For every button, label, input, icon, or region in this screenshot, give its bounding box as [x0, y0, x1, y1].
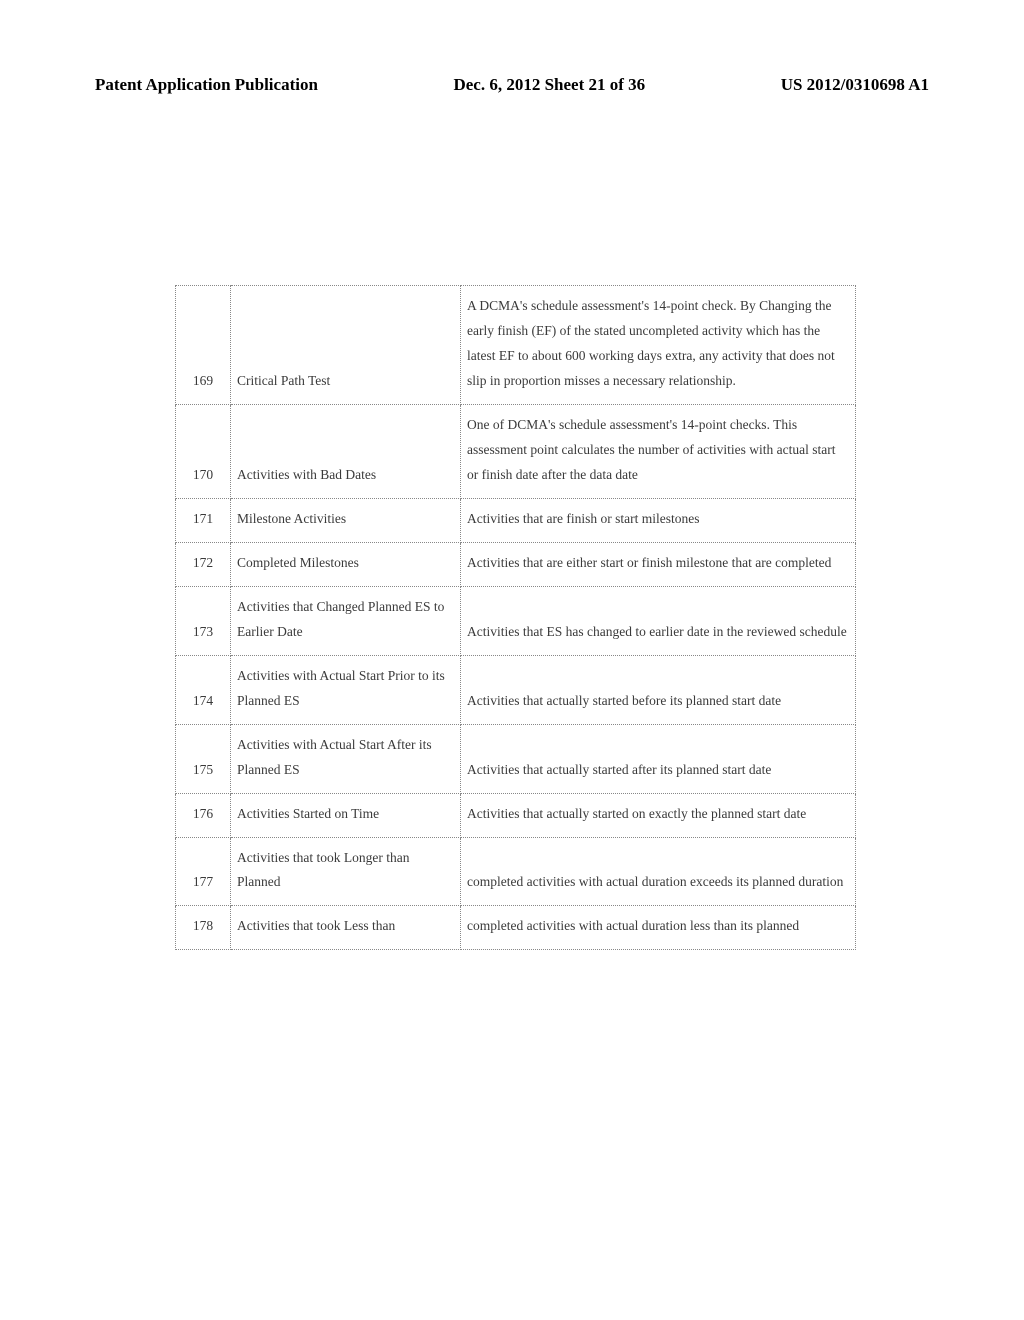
row-description: One of DCMA's schedule assessment's 14-p… — [461, 404, 856, 498]
table-row: 171 Milestone Activities Activities that… — [176, 498, 856, 542]
row-description: Activities that ES has changed to earlie… — [461, 586, 856, 655]
row-name: Activities with Bad Dates — [231, 404, 461, 498]
row-number: 175 — [176, 724, 231, 793]
row-number: 173 — [176, 586, 231, 655]
row-name: Activities that Changed Planned ES to Ea… — [231, 586, 461, 655]
row-description: Activities that actually started before … — [461, 655, 856, 724]
row-name: Critical Path Test — [231, 286, 461, 405]
table-row: 175 Activities with Actual Start After i… — [176, 724, 856, 793]
data-table-container: 169 Critical Path Test A DCMA's schedule… — [175, 285, 855, 950]
table-row: 176 Activities Started on Time Activitie… — [176, 793, 856, 837]
row-description: completed activities with actual duratio… — [461, 906, 856, 950]
row-number: 171 — [176, 498, 231, 542]
table-row: 174 Activities with Actual Start Prior t… — [176, 655, 856, 724]
row-name: Activities that took Longer than Planned — [231, 837, 461, 906]
page-header: Patent Application Publication Dec. 6, 2… — [0, 75, 1024, 95]
header-left: Patent Application Publication — [95, 75, 318, 95]
header-center: Dec. 6, 2012 Sheet 21 of 36 — [453, 75, 645, 95]
row-name: Activities with Actual Start After its P… — [231, 724, 461, 793]
row-number: 172 — [176, 542, 231, 586]
row-name: Activities that took Less than — [231, 906, 461, 950]
row-name: Activities with Actual Start Prior to it… — [231, 655, 461, 724]
header-right: US 2012/0310698 A1 — [781, 75, 929, 95]
table-row: 169 Critical Path Test A DCMA's schedule… — [176, 286, 856, 405]
row-number: 176 — [176, 793, 231, 837]
row-description: Activities that are either start or fini… — [461, 542, 856, 586]
row-description: Activities that actually started after i… — [461, 724, 856, 793]
row-number: 178 — [176, 906, 231, 950]
data-table: 169 Critical Path Test A DCMA's schedule… — [175, 285, 856, 950]
row-name: Completed Milestones — [231, 542, 461, 586]
row-description: completed activities with actual duratio… — [461, 837, 856, 906]
row-number: 177 — [176, 837, 231, 906]
row-name: Activities Started on Time — [231, 793, 461, 837]
row-description: A DCMA's schedule assessment's 14-point … — [461, 286, 856, 405]
row-description: Activities that actually started on exac… — [461, 793, 856, 837]
row-number: 170 — [176, 404, 231, 498]
table-row: 172 Completed Milestones Activities that… — [176, 542, 856, 586]
table-row: 177 Activities that took Longer than Pla… — [176, 837, 856, 906]
table-row: 170 Activities with Bad Dates One of DCM… — [176, 404, 856, 498]
row-name: Milestone Activities — [231, 498, 461, 542]
table-row: 173 Activities that Changed Planned ES t… — [176, 586, 856, 655]
table-row: 178 Activities that took Less than compl… — [176, 906, 856, 950]
row-number: 174 — [176, 655, 231, 724]
row-number: 169 — [176, 286, 231, 405]
row-description: Activities that are finish or start mile… — [461, 498, 856, 542]
